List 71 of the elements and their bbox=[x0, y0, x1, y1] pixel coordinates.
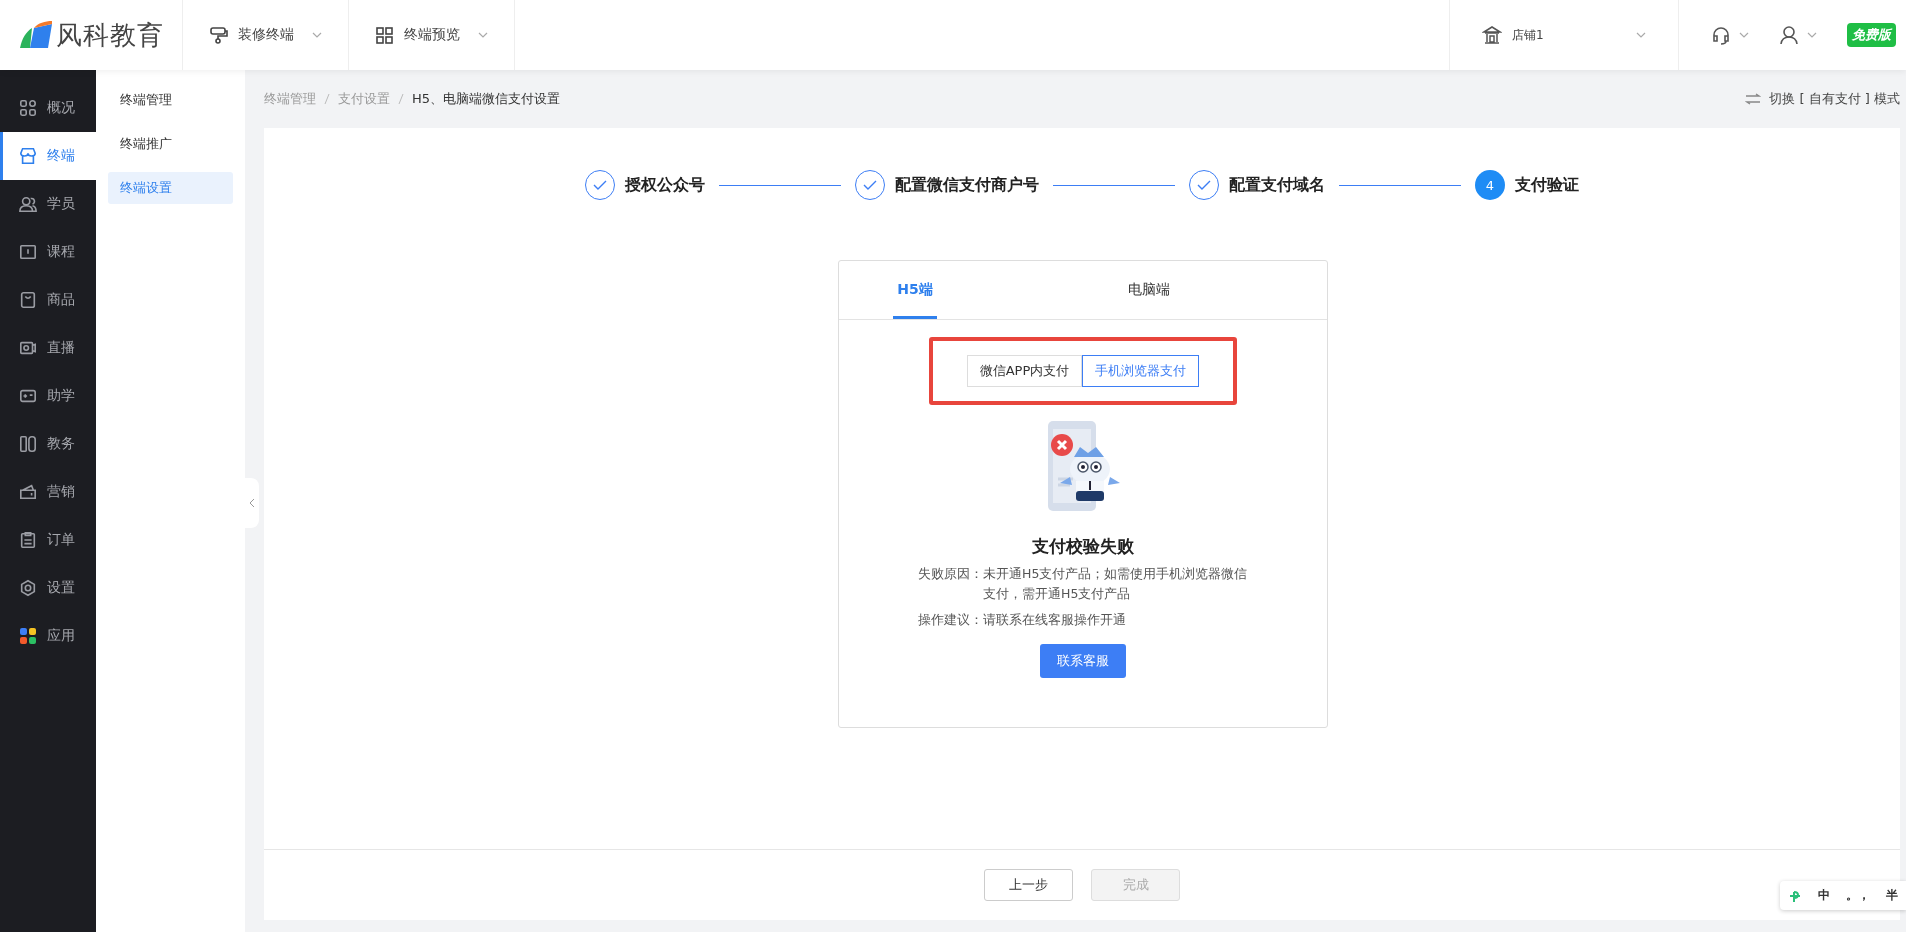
advice-label: 操作建议： bbox=[918, 611, 983, 629]
menu-item-icon bbox=[19, 435, 37, 453]
menu-item-icon bbox=[19, 339, 37, 357]
sidebar-item[interactable]: 设置 bbox=[0, 564, 96, 612]
mode-switch-link[interactable]: 切换 [ 自有支付 ] 模式 bbox=[1745, 90, 1900, 108]
chevron-down-icon bbox=[478, 32, 488, 38]
chevron-down-icon bbox=[1739, 32, 1749, 38]
sidebar-item[interactable]: 终端 bbox=[0, 132, 96, 180]
grid-icon bbox=[375, 25, 394, 45]
failure-reason: 未开通H5支付产品；如需使用手机浏览器微信支付，需开通H5支付产品 bbox=[983, 565, 1248, 603]
step-label: 授权公众号 bbox=[625, 174, 705, 196]
paint-roller-icon bbox=[209, 25, 228, 45]
support-menu[interactable] bbox=[1711, 25, 1749, 45]
menu-item-icon bbox=[19, 243, 37, 261]
sub-menu-item[interactable]: 终端设置 bbox=[108, 172, 233, 204]
reason-label: 失败原因： bbox=[918, 565, 983, 583]
app-grid-icon bbox=[19, 627, 37, 645]
tab[interactable]: 电脑端 bbox=[991, 261, 1307, 319]
segment-button[interactable]: 手机浏览器支付 bbox=[1082, 355, 1200, 387]
plan-badge: 免费版 bbox=[1847, 23, 1896, 47]
advice-text: 请联系在线客服操作开通 bbox=[983, 611, 1127, 629]
sidebar-item[interactable]: 直播 bbox=[0, 324, 96, 372]
sidebar-item[interactable]: 概况 bbox=[0, 84, 96, 132]
store-dropdown[interactable]: 店铺1 bbox=[1450, 0, 1678, 70]
chevron-down-icon bbox=[1807, 32, 1817, 38]
menu-item-icon bbox=[19, 195, 37, 213]
sidebar-item[interactable]: 助学 bbox=[0, 372, 96, 420]
sidebar-item[interactable]: 课程 bbox=[0, 228, 96, 276]
menu-item-icon bbox=[19, 387, 37, 405]
menu-item-icon bbox=[19, 579, 37, 597]
sidebar-item[interactable]: 应用 bbox=[0, 612, 96, 660]
previous-step-button[interactable]: 上一步 bbox=[984, 869, 1073, 901]
menu-item-icon bbox=[19, 483, 37, 501]
result-title: 支付校验失败 bbox=[1032, 535, 1134, 558]
top-nav-menu[interactable]: 终端预览 bbox=[349, 0, 515, 70]
step-number: 4 bbox=[1475, 170, 1505, 200]
user-menu[interactable] bbox=[1779, 25, 1817, 45]
chevron-left-icon bbox=[249, 498, 255, 508]
step-label: 支付验证 bbox=[1515, 174, 1579, 196]
menu-item-icon bbox=[19, 291, 37, 309]
ime-key[interactable]: 中 bbox=[1818, 887, 1830, 904]
sidebar-item[interactable]: 订单 bbox=[0, 516, 96, 564]
collapse-handle[interactable] bbox=[245, 478, 259, 528]
segment-button[interactable]: 微信APP内支付 bbox=[966, 355, 1083, 387]
contact-support-button[interactable]: 联系客服 bbox=[1040, 644, 1126, 678]
logo-text: 风科教育 bbox=[56, 18, 164, 52]
user-icon bbox=[1779, 25, 1799, 45]
step-label: 配置微信支付商户号 bbox=[895, 174, 1039, 196]
breadcrumb-current: H5、电脑端微信支付设置 bbox=[412, 90, 561, 108]
tab[interactable]: H5端 bbox=[893, 261, 937, 319]
sub-menu-item[interactable]: 终端推广 bbox=[108, 128, 233, 160]
sidebar-item[interactable]: 营销 bbox=[0, 468, 96, 516]
breadcrumb-separator bbox=[324, 93, 330, 105]
sidebar-item[interactable]: 教务 bbox=[0, 420, 96, 468]
sidebar-item[interactable]: 学员 bbox=[0, 180, 96, 228]
ime-key[interactable]: 半 bbox=[1886, 887, 1898, 904]
swap-icon bbox=[1745, 93, 1762, 105]
menu-item-icon bbox=[19, 99, 37, 117]
chevron-down-icon bbox=[312, 32, 322, 38]
step-label: 配置支付域名 bbox=[1229, 174, 1325, 196]
building-icon bbox=[1482, 25, 1502, 45]
menu-item-icon bbox=[19, 531, 37, 549]
sub-menu-item[interactable]: 终端管理 bbox=[108, 84, 233, 116]
menu-item-icon bbox=[19, 147, 37, 165]
breadcrumb-separator bbox=[398, 93, 404, 105]
chevron-down-icon bbox=[1636, 32, 1646, 38]
ime-logo-icon bbox=[1788, 889, 1802, 902]
logo-icon bbox=[18, 20, 52, 50]
headset-icon bbox=[1711, 25, 1731, 45]
ime-key[interactable]: 。， bbox=[1846, 887, 1870, 904]
sidebar-item[interactable]: 商品 bbox=[0, 276, 96, 324]
